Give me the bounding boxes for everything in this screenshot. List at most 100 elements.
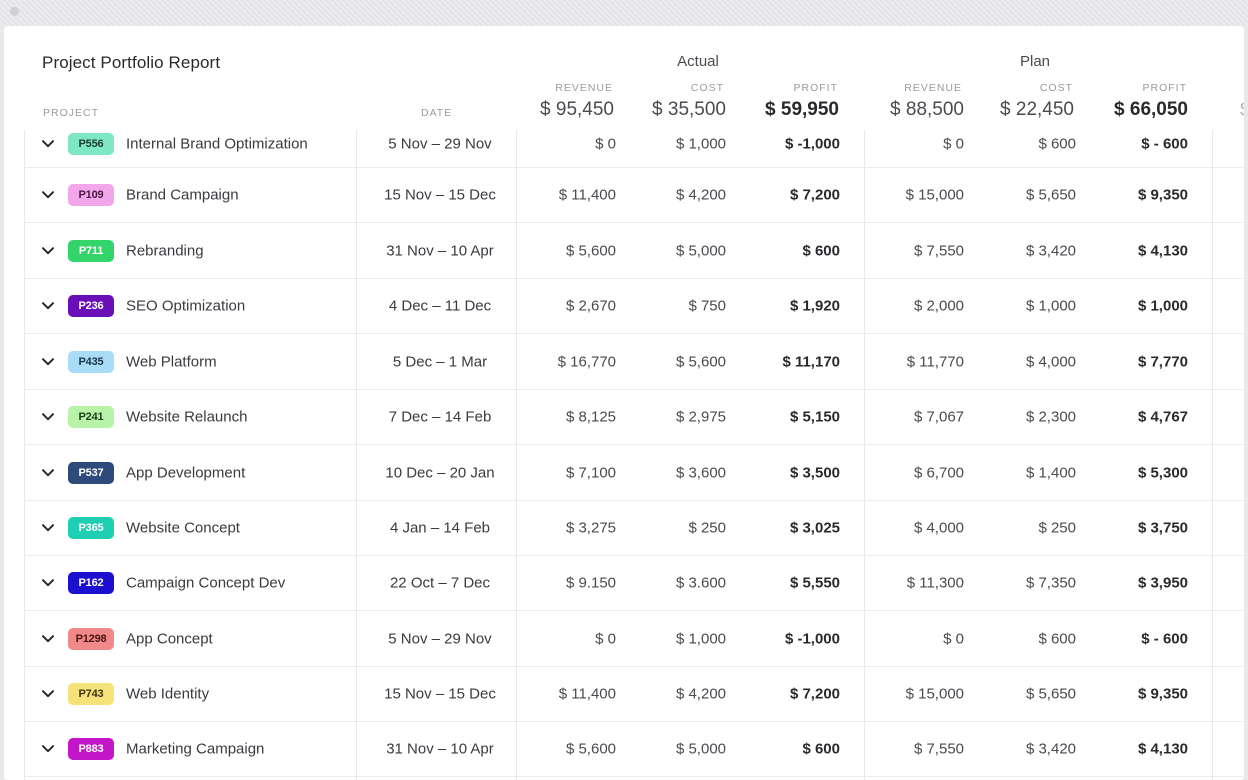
plan-profit-cell: $ - 600 bbox=[1141, 135, 1188, 152]
project-name[interactable]: Rebranding bbox=[126, 242, 204, 259]
plan-revenue-cell: $ 11,300 bbox=[906, 574, 964, 592]
project-code-badge: P556 bbox=[68, 132, 114, 155]
total-actual-cost: $ 35,500 bbox=[652, 99, 726, 120]
table-row[interactable]: P711 Rebranding 31 Nov – 10 Apr $ 5,600 $ 5,… bbox=[24, 223, 1244, 279]
project-name[interactable]: App Concept bbox=[126, 630, 213, 647]
date-range-cell: 31 Nov – 10 Apr bbox=[386, 740, 494, 758]
table-row[interactable]: P365 Website Concept 4 Jan – 14 Feb $ 3,275… bbox=[24, 501, 1244, 556]
actual-revenue-cell: $ 8,125 bbox=[565, 408, 616, 426]
actual-cost-cell: $ 5,000 bbox=[675, 242, 726, 259]
chevron-down-icon[interactable] bbox=[40, 740, 56, 756]
date-range-cell: 15 Nov – 15 Dec bbox=[384, 186, 496, 204]
table-row[interactable]: P556 Internal Brand Optimization 5 Nov – 2… bbox=[24, 120, 1244, 168]
column-header-plan-profit[interactable]: PROFIT bbox=[1107, 82, 1187, 94]
table-row[interactable]: P537 App Development 10 Dec – 20 Jan $ 7,10… bbox=[24, 445, 1244, 501]
actual-cost-cell: $ 4,200 bbox=[675, 186, 726, 204]
actual-revenue-cell: $ 16,770 bbox=[557, 353, 616, 370]
actual-profit-cell: $ 1,920 bbox=[789, 297, 840, 315]
group-label-actual: Actual bbox=[677, 53, 719, 70]
chevron-down-icon[interactable] bbox=[40, 353, 56, 369]
plan-profit-cell: $ - 600 bbox=[1141, 630, 1188, 647]
column-header-plan-revenue[interactable]: REVENUE bbox=[882, 82, 962, 94]
project-code-badge: P162 bbox=[68, 572, 114, 594]
date-range-cell: 31 Nov – 10 Apr bbox=[386, 242, 494, 259]
plan-profit-cell: $ 9,350 bbox=[1137, 186, 1188, 204]
plan-cost-cell: $ 600 bbox=[1038, 630, 1076, 647]
table-row[interactable]: P241 Website Relaunch 7 Dec – 14 Feb $ 8,12… bbox=[24, 390, 1244, 445]
project-code-badge: P236 bbox=[68, 295, 114, 317]
project-name[interactable]: SEO Optimization bbox=[126, 298, 245, 315]
project-code-badge: P365 bbox=[68, 517, 114, 539]
date-range-cell: 5 Nov – 29 Nov bbox=[388, 630, 492, 647]
plan-cost-cell: $ 1,400 bbox=[1025, 464, 1076, 481]
actual-revenue-cell: $ 2,670 bbox=[565, 297, 616, 315]
project-name[interactable]: Website Concept bbox=[126, 520, 240, 537]
window-dot-icon[interactable] bbox=[10, 7, 19, 16]
total-actual-revenue: $ 95,450 bbox=[540, 99, 614, 120]
date-range-cell: 15 Nov – 15 Dec bbox=[384, 685, 496, 703]
actual-profit-cell: $ 600 bbox=[802, 740, 840, 758]
project-name[interactable]: Web Identity bbox=[126, 686, 209, 703]
project-name[interactable]: Campaign Concept Dev bbox=[126, 575, 285, 592]
chevron-down-icon[interactable] bbox=[40, 242, 56, 258]
project-name[interactable]: Marketing Campaign bbox=[126, 741, 264, 758]
chevron-down-icon[interactable] bbox=[40, 574, 56, 590]
actual-profit-cell: $ 3,025 bbox=[789, 519, 840, 537]
chevron-down-icon[interactable] bbox=[40, 186, 56, 202]
project-code-badge: P743 bbox=[68, 683, 114, 705]
actual-profit-cell: $ 7,200 bbox=[789, 685, 840, 703]
actual-profit-cell: $ 11,170 bbox=[782, 353, 840, 370]
project-name[interactable]: Internal Brand Optimization bbox=[126, 135, 308, 152]
actual-profit-cell: $ 7,200 bbox=[789, 186, 840, 204]
plan-profit-cell: $ 9,350 bbox=[1137, 685, 1188, 703]
report-card: Project Portfolio Report Actual Plan PRO… bbox=[4, 26, 1244, 780]
plan-cost-cell: $ 600 bbox=[1038, 135, 1076, 152]
project-name[interactable]: Brand Campaign bbox=[126, 187, 239, 204]
project-name[interactable]: Website Relaunch bbox=[126, 409, 247, 426]
column-header-date[interactable]: DATE bbox=[421, 107, 452, 119]
actual-revenue-cell: $ 9.150 bbox=[565, 574, 616, 592]
plan-profit-cell: $ 5,300 bbox=[1137, 464, 1188, 481]
chevron-down-icon[interactable] bbox=[40, 297, 56, 313]
project-name[interactable]: Web Platform bbox=[126, 353, 217, 370]
table-row[interactable]: P435 Web Platform 5 Dec – 1 Mar $ 16,770 $ 5… bbox=[24, 334, 1244, 390]
plan-profit-cell: $ 4,130 bbox=[1137, 242, 1188, 259]
actual-cost-cell: $ 5,600 bbox=[675, 353, 726, 370]
plan-revenue-cell: $ 2,000 bbox=[913, 297, 964, 315]
plan-cost-cell: $ 3,420 bbox=[1025, 242, 1076, 259]
chevron-down-icon[interactable] bbox=[40, 135, 56, 151]
actual-revenue-cell: $ 5,600 bbox=[565, 242, 616, 259]
table-row[interactable]: P1298 App Concept 5 Nov – 29 Nov $ 0 $ 1,000… bbox=[24, 611, 1244, 667]
plan-revenue-cell: $ 0 bbox=[943, 135, 964, 152]
chevron-down-icon[interactable] bbox=[40, 630, 56, 646]
actual-cost-cell: $ 5,000 bbox=[675, 740, 726, 758]
column-header-actual-profit[interactable]: PROFIT bbox=[758, 82, 838, 94]
date-range-cell: 7 Dec – 14 Feb bbox=[388, 408, 492, 426]
column-header-actual-revenue[interactable]: REVENUE bbox=[533, 82, 613, 94]
plan-revenue-cell: $ 6,700 bbox=[913, 464, 964, 481]
project-code-badge: P435 bbox=[68, 350, 114, 373]
column-header-actual-cost[interactable]: COST bbox=[644, 82, 724, 94]
column-header-plan-cost[interactable]: COST bbox=[993, 82, 1073, 94]
plan-profit-cell: $ 1,000 bbox=[1137, 297, 1188, 315]
project-code-badge: P109 bbox=[68, 184, 114, 206]
table-row[interactable]: P236 SEO Optimization 4 Dec – 11 Dec $ 2,67… bbox=[24, 279, 1244, 334]
chevron-down-icon[interactable] bbox=[40, 519, 56, 535]
table-row[interactable]: P883 Marketing Campaign 31 Nov – 10 Apr $ 5… bbox=[24, 722, 1244, 777]
table-row[interactable]: P162 Campaign Concept Dev 22 Oct – 7 Dec $ … bbox=[24, 556, 1244, 611]
actual-revenue-cell: $ 5,600 bbox=[565, 740, 616, 758]
chevron-down-icon[interactable] bbox=[40, 464, 56, 480]
table-row[interactable]: P109 Brand Campaign 15 Nov – 15 Dec $ 11,40… bbox=[24, 168, 1244, 223]
project-name[interactable]: App Development bbox=[126, 464, 245, 481]
plan-revenue-cell: $ 15,000 bbox=[905, 186, 964, 204]
actual-cost-cell: $ 3,600 bbox=[675, 464, 726, 481]
actual-cost-cell: $ 750 bbox=[688, 297, 726, 315]
total-next-partial: $ bbox=[1240, 100, 1244, 122]
actual-cost-cell: $ 3.600 bbox=[675, 574, 726, 592]
table-row[interactable]: P743 Web Identity 15 Nov – 15 Dec $ 11,400 $… bbox=[24, 667, 1244, 722]
chevron-down-icon[interactable] bbox=[40, 685, 56, 701]
actual-cost-cell: $ 250 bbox=[688, 519, 726, 537]
chevron-down-icon[interactable] bbox=[40, 408, 56, 424]
column-header-project[interactable]: PROJECT bbox=[43, 107, 99, 119]
actual-profit-cell: $ -1,000 bbox=[784, 135, 840, 152]
